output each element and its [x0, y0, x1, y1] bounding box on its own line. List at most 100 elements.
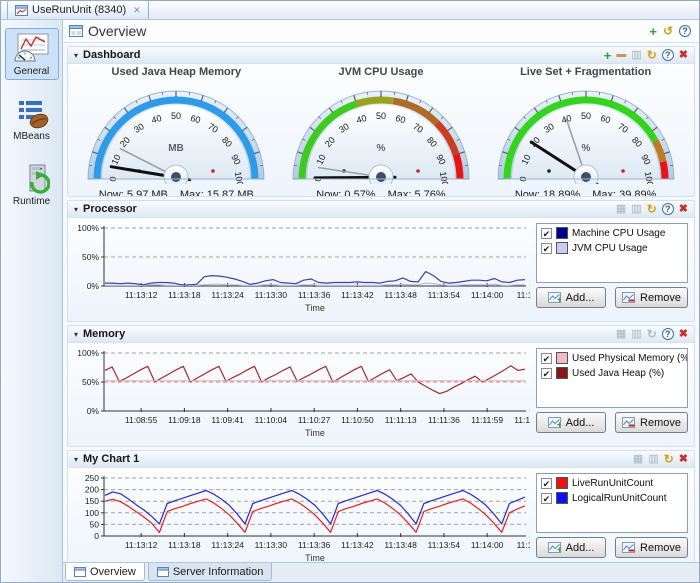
- accessibility-icon[interactable]: ▥: [631, 50, 641, 61]
- series-label: Machine CPU Usage: [572, 228, 665, 239]
- section-title: My Chart 1: [83, 453, 139, 465]
- collapse-twistie-icon[interactable]: ▾: [74, 205, 78, 214]
- sidebar-item-mbeans[interactable]: MBeans: [5, 93, 59, 145]
- svg-text:50%: 50%: [82, 252, 99, 262]
- refresh-icon[interactable]: ↻: [647, 203, 657, 215]
- sections-container: ▾ Dashboard + ▬ ▥ ↻ ? ✖ Used: [63, 43, 699, 562]
- svg-text:50%: 50%: [82, 377, 99, 387]
- remove-gauge-icon[interactable]: ▬: [616, 50, 626, 60]
- processor-legend: ✔ Machine CPU Usage ✔JVM CPU Usage: [536, 223, 688, 283]
- collapse-twistie-icon[interactable]: ▾: [74, 455, 78, 464]
- legend-item[interactable]: ✔Used Java Heap (%): [541, 367, 683, 379]
- svg-text:+: +: [557, 295, 561, 304]
- runtime-icon: [14, 163, 50, 195]
- section-title: Dashboard: [83, 49, 140, 61]
- close-tab-icon[interactable]: ✕: [133, 5, 141, 16]
- gauge-max-value: Max: 39.89%: [592, 189, 656, 197]
- svg-text:11:09:41: 11:09:41: [211, 415, 244, 425]
- tab-server-information[interactable]: Server Information: [148, 563, 272, 581]
- add-attribute-button[interactable]: + Add...: [536, 287, 606, 308]
- remove-attribute-button[interactable]: Remove: [615, 537, 688, 558]
- tab-overview[interactable]: Overview: [65, 563, 145, 581]
- dashboard-gauges: Used Java Heap Memory 010203040506070809…: [68, 64, 694, 197]
- refresh-icon[interactable]: ↻: [664, 453, 674, 465]
- add-chart-icon[interactable]: +: [649, 25, 657, 38]
- close-section-icon[interactable]: ✖: [679, 329, 688, 340]
- gauge-now-value: Now: 5.97 MB: [99, 189, 168, 197]
- legend-checkbox[interactable]: ✔: [541, 243, 552, 254]
- legend-checkbox[interactable]: ✔: [541, 228, 552, 239]
- svg-text:11:14:00: 11:14:00: [471, 290, 504, 300]
- remove-chart-icon: [622, 417, 635, 428]
- gauge-title: JVM CPU Usage: [338, 66, 423, 78]
- add-gauge-icon[interactable]: +: [604, 49, 612, 62]
- sidebar-item-general[interactable]: General: [5, 28, 59, 80]
- freeze-chart-icon[interactable]: ▦: [633, 454, 643, 465]
- legend-item[interactable]: ✔ Machine CPU Usage: [541, 227, 683, 239]
- svg-text:11:13:48: 11:13:48: [384, 540, 417, 550]
- svg-text:11:11:36: 11:11:36: [428, 415, 460, 425]
- svg-text:50: 50: [90, 519, 100, 529]
- section-processor: ▾ Processor ▦ ▥ ↻ ? ✖ 0%50%100%11:13:121…: [67, 200, 695, 322]
- legend-item[interactable]: ✔Used Physical Memory (%): [541, 352, 683, 364]
- my-chart-header[interactable]: ▾ My Chart 1 ▦ ▥ ↻ ✖: [68, 451, 694, 468]
- help-icon[interactable]: ?: [662, 49, 674, 61]
- svg-text:11:13:54: 11:13:54: [428, 540, 461, 550]
- add-attribute-button[interactable]: + Add...: [536, 537, 606, 558]
- legend-item[interactable]: ✔JVM CPU Usage: [541, 242, 683, 254]
- gauge-live-set: Live Set + Fragmentation 010203040506070…: [485, 65, 687, 197]
- accessibility-icon[interactable]: ▥: [631, 329, 641, 340]
- help-icon[interactable]: ?: [662, 328, 674, 340]
- gauge-title: Used Java Heap Memory: [112, 66, 242, 78]
- legend-item[interactable]: ✔LogicalRunUnitCount: [541, 492, 683, 504]
- svg-text:100: 100: [85, 508, 99, 518]
- refresh-icon[interactable]: ↻: [647, 49, 657, 61]
- svg-text:11:13:48: 11:13:48: [384, 290, 417, 300]
- svg-text:11:13:12: 11:13:12: [125, 290, 158, 300]
- legend-item[interactable]: ✔LiveRunUnitCount: [541, 477, 683, 489]
- legend-checkbox[interactable]: ✔: [541, 493, 552, 504]
- processor-side-panel: ✔ Machine CPU Usage ✔JVM CPU Usage + Add..…: [536, 220, 688, 320]
- remove-attribute-button[interactable]: Remove: [615, 287, 688, 308]
- legend-checkbox[interactable]: ✔: [541, 368, 552, 379]
- console-window: UseRunUnit (8340) ✕ General: [0, 0, 700, 583]
- freeze-chart-icon[interactable]: ▦: [616, 329, 626, 340]
- svg-text:11:13:36: 11:13:36: [298, 290, 331, 300]
- legend-checkbox[interactable]: ✔: [541, 353, 552, 364]
- help-icon[interactable]: ?: [679, 25, 691, 37]
- reset-to-default-icon[interactable]: ↺: [663, 25, 673, 37]
- svg-text:11:13:42: 11:13:42: [341, 290, 374, 300]
- add-attribute-button[interactable]: + Add...: [536, 412, 606, 433]
- accessibility-icon[interactable]: ▥: [631, 204, 641, 215]
- gauge-max-value: Max: 5.76%: [388, 189, 446, 197]
- svg-text:50: 50: [171, 111, 181, 121]
- svg-text:11:10:50: 11:10:50: [341, 415, 374, 425]
- connection-chart-icon: [15, 5, 28, 16]
- close-section-icon[interactable]: ✖: [679, 204, 688, 215]
- collapse-twistie-icon[interactable]: ▾: [74, 330, 78, 339]
- svg-text:11:13:24: 11:13:24: [211, 540, 244, 550]
- processor-header[interactable]: ▾ Processor ▦ ▥ ↻ ? ✖: [68, 201, 694, 218]
- accessibility-icon[interactable]: ▥: [648, 454, 658, 465]
- remove-button-label: Remove: [640, 417, 681, 429]
- svg-text:100: 100: [233, 171, 245, 184]
- tab-userununit[interactable]: UseRunUnit (8340) ✕: [7, 0, 149, 19]
- remove-attribute-button[interactable]: Remove: [615, 412, 688, 433]
- series-label: Used Physical Memory (%): [572, 353, 688, 364]
- svg-text:Time: Time: [305, 428, 325, 438]
- series-color-swatch: [556, 367, 568, 379]
- editor-area: Overview + ↺ ? ▾ Dashboard + ▬: [63, 20, 699, 582]
- legend-checkbox[interactable]: ✔: [541, 478, 552, 489]
- gauge-jvm-cpu: JVM CPU Usage 0102030405060708090100% No…: [280, 65, 482, 197]
- close-section-icon[interactable]: ✖: [679, 50, 688, 61]
- series-color-swatch: [556, 352, 568, 364]
- freeze-chart-icon[interactable]: ▦: [616, 204, 626, 215]
- collapse-twistie-icon[interactable]: ▾: [74, 51, 78, 60]
- svg-text:%: %: [581, 143, 590, 154]
- help-icon[interactable]: ?: [662, 203, 674, 215]
- sidebar-item-runtime[interactable]: Runtime: [5, 158, 59, 210]
- svg-text:11:14:0: 11:14:0: [517, 540, 530, 550]
- memory-header[interactable]: ▾ Memory ▦ ▥ ↻ ? ✖: [68, 326, 694, 343]
- close-section-icon[interactable]: ✖: [679, 454, 688, 465]
- dashboard-header[interactable]: ▾ Dashboard + ▬ ▥ ↻ ? ✖: [68, 47, 694, 64]
